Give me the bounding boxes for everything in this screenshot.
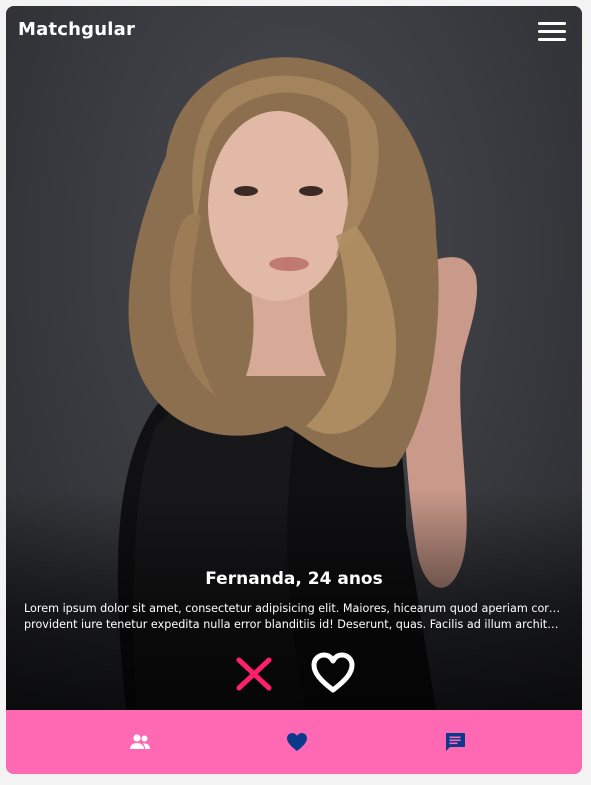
chat-icon (446, 733, 465, 751)
app-logo[interactable]: Matchgular (18, 19, 135, 40)
nav-likes-button[interactable] (285, 730, 309, 754)
heart-outline-icon (311, 652, 355, 693)
x-icon (236, 657, 272, 691)
menu-bar (538, 22, 566, 25)
profile-name-age: Fernanda, 24 anos (205, 569, 383, 589)
menu-bar (538, 38, 566, 41)
people-icon (130, 734, 150, 749)
nav-chat-button[interactable] (443, 730, 467, 754)
menu-bar (538, 30, 566, 33)
profile-bio: Lorem ipsum dolor sit amet, consectetur … (24, 601, 564, 633)
dislike-button[interactable] (234, 656, 274, 692)
profile-bio-line: Lorem ipsum dolor sit amet, consectetur … (24, 602, 564, 615)
hamburger-menu-icon[interactable] (538, 22, 566, 42)
profile-card: Matchgular Fernanda, 24 anos Lorem ipsum… (6, 6, 582, 774)
like-button[interactable] (310, 652, 356, 694)
heart-icon (287, 733, 307, 751)
profile-bio-line: provident iure tenetur expedita nulla er… (24, 618, 564, 631)
bottom-navigation (6, 710, 582, 774)
nav-people-button[interactable] (128, 730, 152, 754)
match-actions (6, 652, 582, 696)
